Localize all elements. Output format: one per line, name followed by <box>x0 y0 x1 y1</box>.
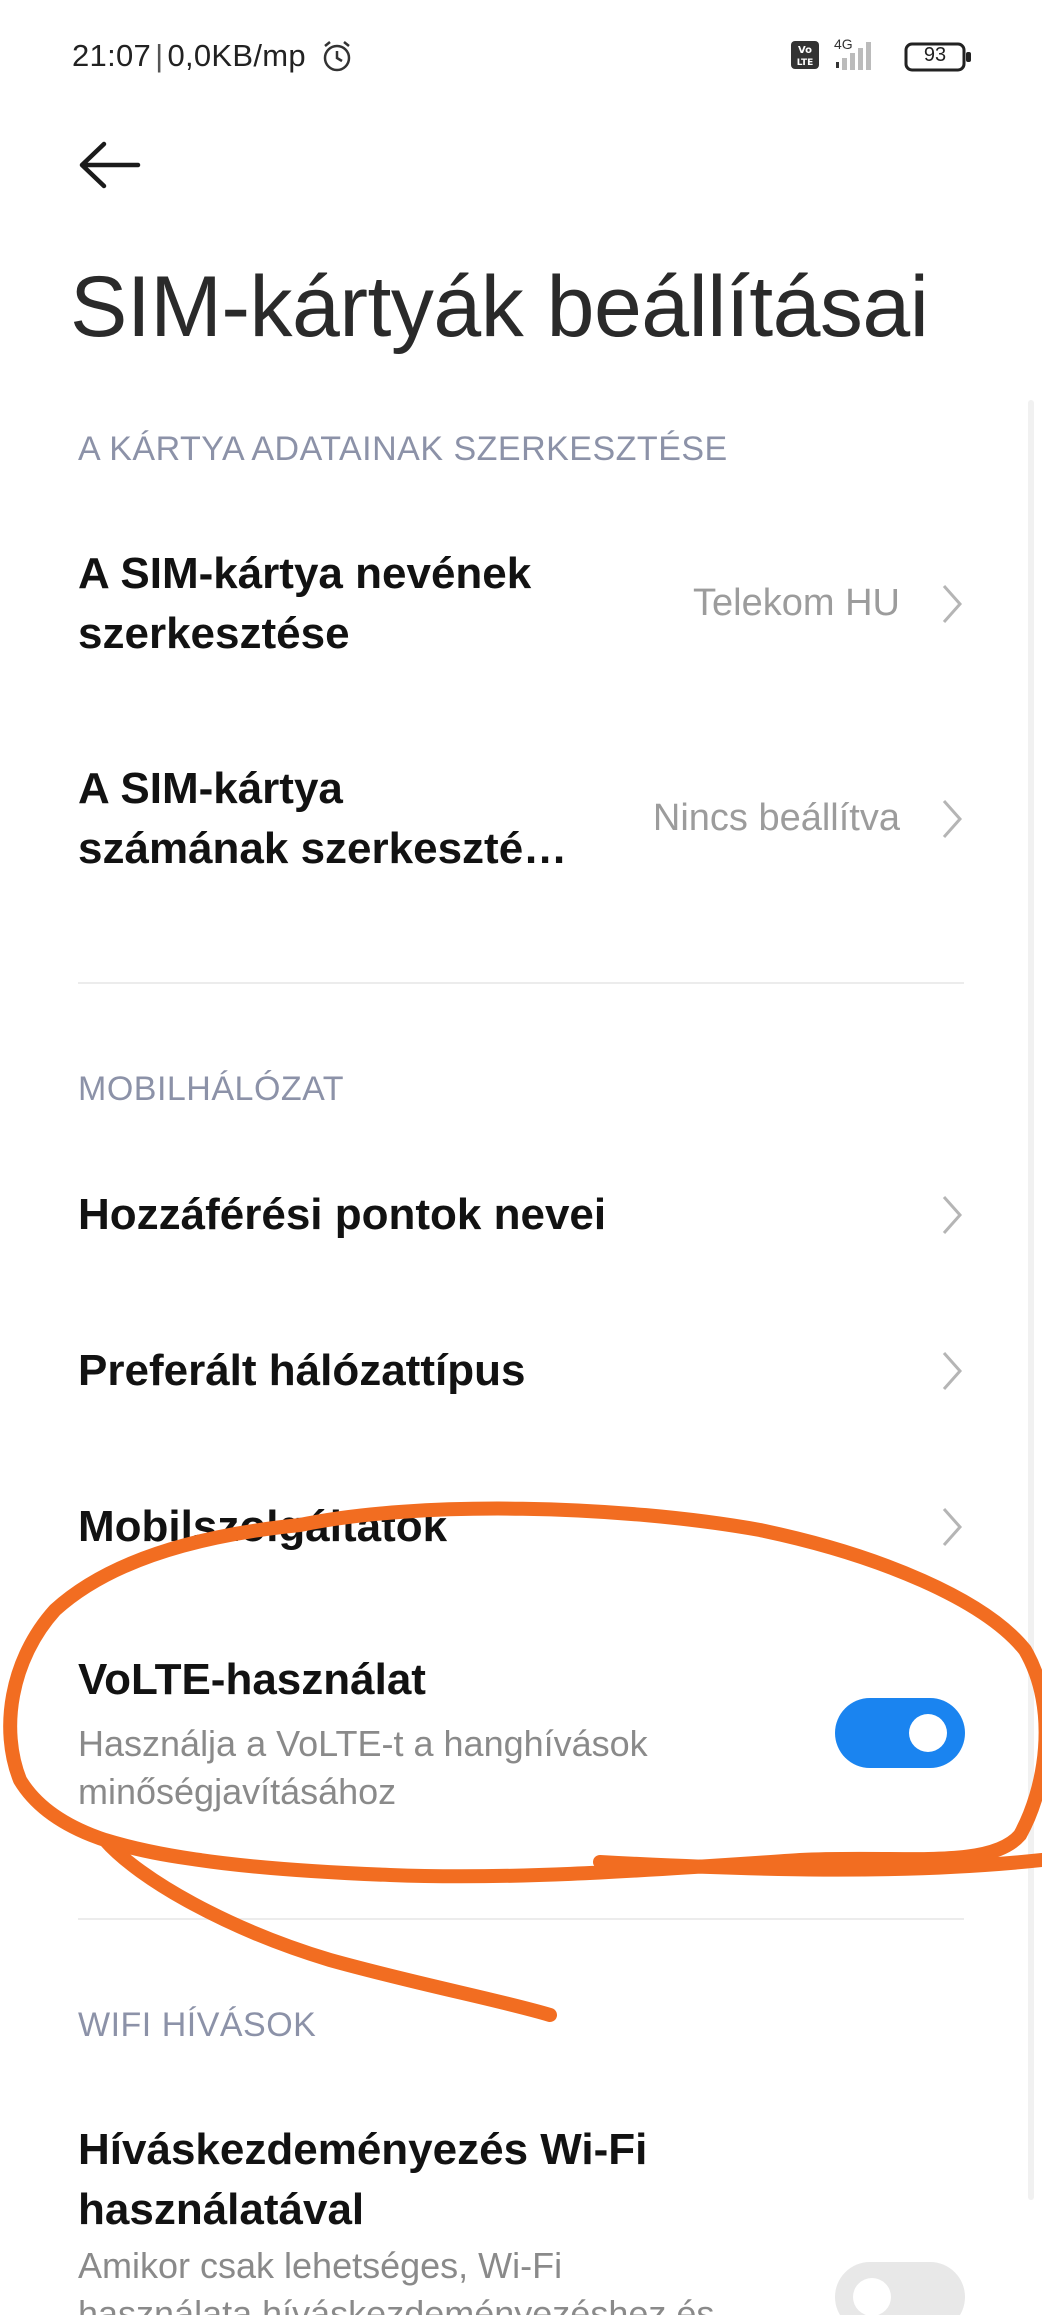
apn-title: Hozzáférési pontok nevei <box>78 1190 607 1239</box>
wifi-calling-title-line2: használatával <box>78 2185 365 2234</box>
sim-number-title-line1: A SIM-kártya <box>78 764 343 813</box>
status-separator: | <box>155 38 164 73</box>
alarm-icon <box>323 41 351 72</box>
sim-number-title: A SIM-kártya számának szerkeszté… <box>78 759 567 879</box>
operators-title: Mobilszolgáltatók <box>78 1502 448 1551</box>
divider <box>78 1918 964 1920</box>
sim-name-value: Telekom HU <box>693 582 900 624</box>
back-arrow-icon[interactable] <box>76 138 146 192</box>
wifi-calling-subtitle-line1: Amikor csak lehetséges, Wi-Fi <box>78 2245 563 2286</box>
wifi-calling-subtitle-line2: használata híváskezdeményezéshez és <box>78 2293 715 2315</box>
svg-text:LTE: LTE <box>797 58 814 68</box>
volte-icon: Vo LTE <box>791 41 819 69</box>
section-header-wifi-calling: WIFI HÍVÁSOK <box>78 2006 317 2044</box>
toggle-knob <box>909 1714 947 1752</box>
svg-text:Vo: Vo <box>798 45 812 56</box>
chevron-right-icon <box>942 1196 963 1234</box>
network-speed: 0,0KB/mp <box>167 38 306 73</box>
chevron-right-icon <box>942 1508 963 1546</box>
signal-icon: 4G <box>832 36 890 74</box>
wifi-calling-title: Híváskezdeményezés Wi-Fi használatával <box>78 2120 647 2240</box>
divider <box>78 982 964 984</box>
wifi-calling-title-line1: Híváskezdeményezés Wi-Fi <box>78 2125 648 2174</box>
preferred-network-row[interactable]: Preferált hálózattípus <box>0 1326 1042 1416</box>
clock: 21:07 <box>72 38 152 73</box>
apn-row[interactable]: Hozzáférési pontok nevei <box>0 1170 1042 1260</box>
volte-subtitle-line1: Használja a VoLTE-t a hanghívások <box>78 1723 648 1764</box>
page-title: SIM-kártyák beállításai <box>70 259 929 355</box>
sim-name-title-line2: szerkesztése <box>78 609 350 658</box>
status-bar-time: 21:07 | 0,0KB/mp <box>72 38 306 74</box>
chevron-right-icon <box>942 800 963 838</box>
section-header-mobile-network: MOBILHÁLÓZAT <box>78 1070 345 1108</box>
operators-row[interactable]: Mobilszolgáltatók <box>0 1482 1042 1572</box>
volte-subtitle: Használja a VoLTE-t a hanghívások minősé… <box>78 1720 648 1816</box>
sim-name-title-line1: A SIM-kártya nevének <box>78 549 532 598</box>
battery-icon: 93 <box>904 42 974 72</box>
sim-name-title: A SIM-kártya nevének szerkesztése <box>78 544 531 664</box>
preferred-network-title: Preferált hálózattípus <box>78 1346 526 1395</box>
wifi-calling-row[interactable]: Híváskezdeményezés Wi-Fi használatával A… <box>0 2120 1042 2315</box>
chevron-right-icon <box>942 585 963 623</box>
volte-toggle[interactable] <box>835 1698 965 1768</box>
sim-number-title-line2: számának szerkeszté… <box>78 824 568 873</box>
chevron-right-icon <box>942 1352 963 1390</box>
volte-row[interactable]: VoLTE-használat Használja a VoLTE-t a ha… <box>0 1650 1042 1830</box>
wifi-calling-subtitle: Amikor csak lehetséges, Wi-Fi használata… <box>78 2242 714 2315</box>
sim-name-row[interactable]: A SIM-kártya nevének szerkesztése Teleko… <box>0 530 1042 680</box>
sim-number-row[interactable]: A SIM-kártya számának szerkeszté… Nincs … <box>0 745 1042 895</box>
toggle-knob <box>853 2278 891 2315</box>
sim-number-value: Nincs beállítva <box>652 797 900 839</box>
wifi-calling-toggle[interactable] <box>835 2262 965 2315</box>
section-header-card-data: A KÁRTYA ADATAINAK SZERKESZTÉSE <box>78 430 728 468</box>
volte-title: VoLTE-használat <box>78 1655 426 1704</box>
volte-subtitle-line2: minőségjavításához <box>78 1771 397 1812</box>
battery-level: 93 <box>923 44 947 66</box>
